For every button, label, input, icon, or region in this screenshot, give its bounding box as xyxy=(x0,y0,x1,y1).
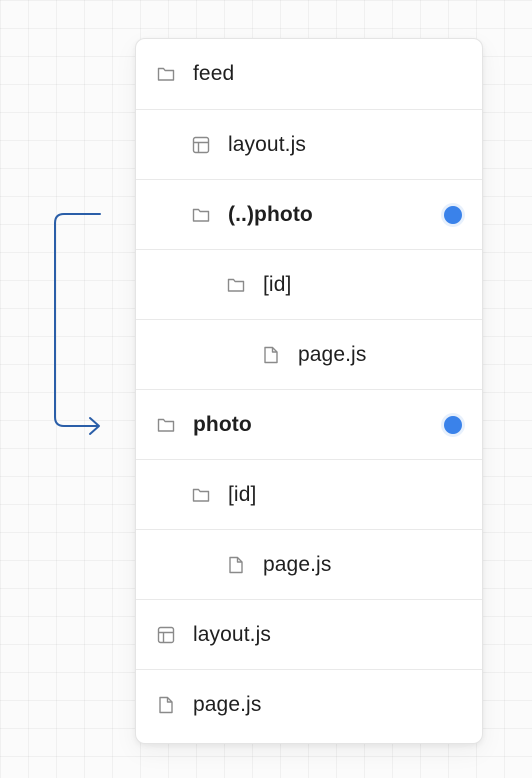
arrowhead-icon xyxy=(89,417,100,435)
tree-row-photo[interactable]: photo xyxy=(136,389,482,459)
tree-row-id[interactable]: [id] xyxy=(136,249,482,319)
tree-row-layout-js[interactable]: layout.js xyxy=(136,109,482,179)
tree-row-label: (..)photo xyxy=(228,202,313,226)
layout-file-icon xyxy=(157,626,175,644)
folder-icon xyxy=(157,416,175,434)
intercept-arrow-line xyxy=(54,213,101,427)
tree-row-page-js[interactable]: page.js xyxy=(136,319,482,389)
file-icon xyxy=(227,556,245,574)
tree-row-label: page.js xyxy=(193,692,262,716)
marker-dot xyxy=(444,415,462,434)
tree-row-label: page.js xyxy=(298,342,367,366)
tree-row-label: layout.js xyxy=(228,132,306,156)
tree-row-page-js[interactable]: page.js xyxy=(136,529,482,599)
folder-icon xyxy=(157,65,175,83)
marker-dot xyxy=(444,205,462,224)
folder-icon xyxy=(192,206,210,224)
file-icon xyxy=(157,696,175,714)
layout-file-icon xyxy=(192,136,210,154)
tree-row-label: [id] xyxy=(263,272,292,296)
folder-icon xyxy=(227,276,245,294)
file-icon xyxy=(262,346,280,364)
folder-icon xyxy=(192,486,210,504)
tree-row-intercept-photo[interactable]: (..)photo xyxy=(136,179,482,249)
tree-row-label: [id] xyxy=(228,482,257,506)
tree-row-label: feed xyxy=(193,62,235,85)
tree-row-label: photo xyxy=(193,412,252,436)
file-tree: feed layout.js (..)photo [id] page.js ph… xyxy=(135,38,483,744)
tree-row-id[interactable]: [id] xyxy=(136,459,482,529)
tree-row-label: page.js xyxy=(263,552,332,576)
tree-row-page-js[interactable]: page.js xyxy=(136,669,482,739)
tree-row-label: layout.js xyxy=(193,622,271,646)
tree-row-feed[interactable]: feed xyxy=(136,39,482,109)
tree-row-layout-js[interactable]: layout.js xyxy=(136,599,482,669)
